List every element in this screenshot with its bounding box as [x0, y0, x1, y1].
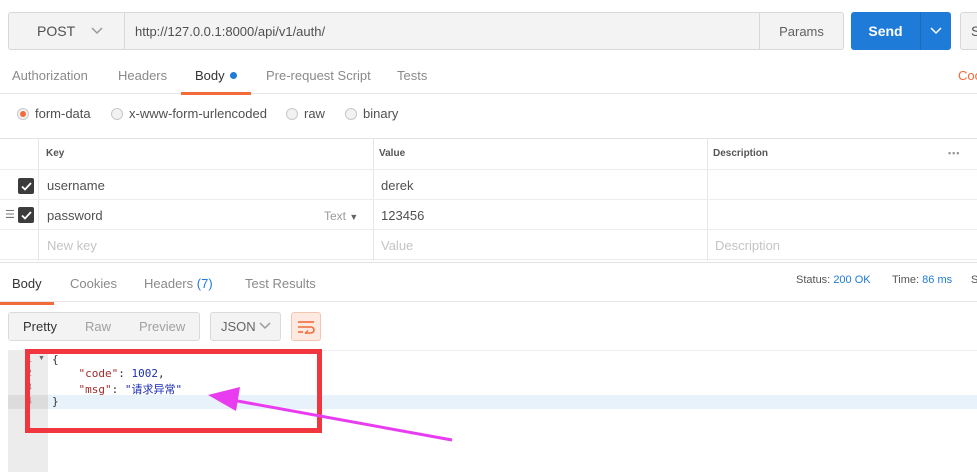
response-tab-test-results[interactable]: Test Results	[245, 276, 316, 291]
response-view-tabs: Pretty Raw Preview	[8, 312, 201, 341]
new-key-input[interactable]: New key	[47, 238, 97, 253]
save-button[interactable]: S	[960, 12, 977, 50]
status-readout: Status: 200 OK	[796, 274, 871, 286]
request-url-bar: POST http://127.0.0.1:8000/api/v1/auth/ …	[0, 0, 977, 62]
table-header: Key Value Description •••	[0, 139, 977, 170]
wrap-lines-icon	[298, 320, 315, 334]
radio-binary[interactable]: binary	[345, 106, 398, 121]
value-cell[interactable]: derek	[381, 178, 414, 193]
radio-selected-icon	[17, 107, 29, 120]
cookies-link[interactable]: Coo	[958, 68, 977, 83]
drag-handle-icon[interactable]: ☰	[5, 208, 15, 221]
column-header-description: Description	[713, 148, 769, 159]
chevron-down-icon	[259, 322, 271, 330]
radio-label: binary	[363, 106, 399, 121]
column-header-value: Value	[379, 148, 406, 159]
request-tabs: Authorization Headers Body Pre-request S…	[0, 62, 977, 95]
column-header-key: Key	[46, 148, 65, 159]
format-label: JSON	[221, 319, 256, 334]
radio-form-data[interactable]: form-data	[17, 106, 91, 121]
radio-icon	[345, 107, 357, 120]
format-select[interactable]: JSON	[210, 312, 281, 341]
send-dropdown-button[interactable]	[920, 12, 951, 50]
radio-icon	[286, 107, 298, 120]
chevron-down-icon	[930, 27, 942, 35]
modified-dot-icon	[229, 72, 237, 79]
value-cell[interactable]: 123456	[381, 208, 424, 223]
new-description-input[interactable]: Description	[715, 238, 780, 253]
radio-label: form-data	[35, 106, 91, 121]
view-raw[interactable]: Raw	[71, 313, 125, 340]
time-readout: Time: 86 ms	[892, 274, 952, 286]
caret-down-icon: ▼	[349, 212, 359, 222]
radio-label: raw	[304, 106, 325, 121]
time-label: Time:	[892, 274, 920, 286]
type-label: Text	[324, 209, 347, 223]
send-button[interactable]: Send	[851, 12, 920, 50]
key-cell[interactable]: password	[47, 208, 103, 223]
checkmark-icon	[20, 181, 32, 191]
time-value: 86 ms	[922, 274, 953, 286]
radio-x-www-form-urlencoded[interactable]: x-www-form-urlencoded	[111, 106, 267, 121]
method-label: POST	[37, 23, 76, 39]
more-options-icon[interactable]: •••	[948, 148, 960, 158]
type-select[interactable]: Text ▼	[324, 209, 358, 223]
view-preview[interactable]: Preview	[125, 313, 199, 340]
tab-authorization[interactable]: Authorization	[12, 68, 88, 83]
headers-count: (7)	[196, 276, 213, 291]
form-data-table: Key Value Description ••• username derek…	[0, 138, 977, 261]
status-value: 200 OK	[833, 274, 871, 286]
row-checkbox[interactable]	[18, 207, 34, 223]
tab-body-label: Body	[195, 68, 225, 83]
response-tab-headers-label: Headers	[144, 276, 194, 291]
annotation-highlight-box	[25, 349, 322, 433]
response-tab-cookies[interactable]: Cookies	[70, 276, 117, 291]
method-select[interactable]: POST	[8, 12, 124, 50]
size-label: S	[971, 274, 977, 286]
url-input[interactable]: http://127.0.0.1:8000/api/v1/auth/	[124, 12, 760, 50]
response-tab-headers[interactable]: Headers (7)	[144, 276, 213, 291]
tab-headers[interactable]: Headers	[118, 68, 167, 83]
response-tabs: Body Cookies Headers (7) Test Results St…	[0, 262, 977, 305]
chevron-down-icon	[91, 27, 103, 35]
view-pretty[interactable]: Pretty	[9, 313, 71, 340]
table-row: ☰ password Text ▼ 123456	[0, 200, 977, 230]
body-type-options: form-data x-www-form-urlencoded raw bina…	[0, 94, 977, 138]
row-checkbox[interactable]	[18, 178, 34, 194]
status-label: Status:	[796, 274, 831, 286]
new-value-input[interactable]: Value	[381, 238, 413, 253]
tab-pre-request-script[interactable]: Pre-request Script	[266, 68, 371, 83]
wrap-lines-button[interactable]	[291, 312, 321, 341]
url-value: http://127.0.0.1:8000/api/v1/auth/	[135, 23, 326, 39]
params-button[interactable]: Params	[760, 12, 844, 50]
radio-label: x-www-form-urlencoded	[129, 106, 267, 121]
table-row-new: New key Value Description	[0, 230, 977, 260]
tab-body[interactable]: Body	[181, 68, 251, 95]
radio-icon	[111, 107, 123, 120]
checkmark-icon	[20, 210, 32, 220]
response-tab-body[interactable]: Body	[0, 276, 54, 305]
tab-tests[interactable]: Tests	[397, 68, 427, 83]
table-row: username derek	[0, 170, 977, 200]
radio-raw[interactable]: raw	[286, 106, 325, 121]
key-cell[interactable]: username	[47, 178, 105, 193]
